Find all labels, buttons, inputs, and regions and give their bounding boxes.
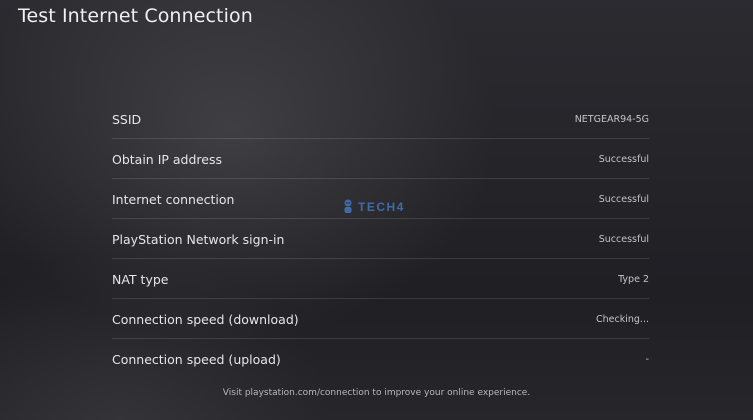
tech4-watermark: TECH4 <box>342 199 405 215</box>
tech4-mascot-icon <box>344 199 352 213</box>
result-value: - <box>645 354 649 365</box>
result-row-obtain-ip: Obtain IP address Successful <box>112 139 649 179</box>
connection-results-list: SSID NETGEAR94-5G Obtain IP address Succ… <box>112 99 649 379</box>
page-title: Test Internet Connection <box>18 5 253 27</box>
result-label: NAT type <box>112 271 169 287</box>
result-value: Successful <box>598 193 649 205</box>
result-label: PlayStation Network sign-in <box>112 231 285 247</box>
footer-note: Visit playstation.com/connection to impr… <box>222 388 531 398</box>
result-label: SSID <box>112 111 142 127</box>
result-row-nat-type: NAT type Type 2 <box>112 259 649 299</box>
result-value: Checking... <box>596 313 649 325</box>
watermark-text: TECH4 <box>358 200 405 214</box>
result-row-download-speed: Connection speed (download) Checking... <box>112 299 649 339</box>
result-value: Successful <box>598 233 649 245</box>
result-row-ssid: SSID NETGEAR94-5G <box>112 99 649 139</box>
result-row-upload-speed: Connection speed (upload) - <box>112 339 649 379</box>
result-value: NETGEAR94-5G <box>574 113 649 125</box>
result-label: Connection speed (download) <box>112 311 299 327</box>
result-label: Obtain IP address <box>112 151 223 167</box>
result-label: Connection speed (upload) <box>112 352 281 367</box>
result-row-psn-sign-in: PlayStation Network sign-in Successful <box>112 219 649 259</box>
result-label: Internet connection <box>112 191 235 207</box>
result-value: Type 2 <box>618 273 649 285</box>
result-value: Successful <box>598 153 649 165</box>
